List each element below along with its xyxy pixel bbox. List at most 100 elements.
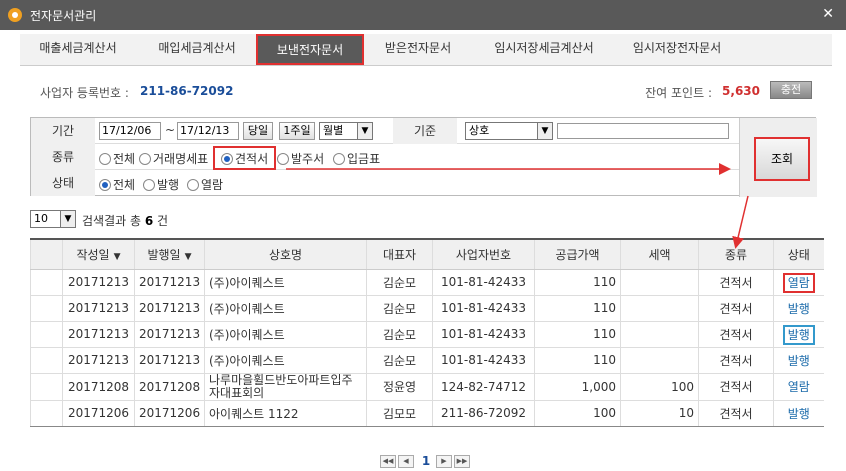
type-radio-all-label: 전체 [113,152,136,166]
month-select[interactable]: 월별 ▼ [319,122,373,140]
tab-purchase-tax-invoice[interactable]: 매입세금계산서 [138,34,256,65]
cell-tax: 100 [620,373,699,401]
basis-select[interactable]: 상호 ▼ [465,122,553,140]
result-summary-suffix: 건 [157,214,169,228]
header-tax: 세액 [620,239,699,270]
prev-page-icon[interactable]: ◀ [398,454,414,468]
row-select-cell[interactable] [30,321,63,348]
type-radio-statement[interactable]: 거래명세표 [139,150,208,167]
type-radio-all[interactable]: 전체 [99,150,135,167]
status-link[interactable]: 열람 [785,379,813,395]
cell-supply: 110 [534,269,621,296]
row-select-cell[interactable] [30,400,63,427]
table-row[interactable]: 20171208 20171208 나루마을휠드반도아파트입주자대표회의 정윤영… [30,373,824,401]
type-radio-order-label: 발주서 [291,152,325,166]
cell-supply: 100 [534,400,621,427]
date-range-tilde: ~ [165,123,176,137]
search-button[interactable]: 조회 [754,137,810,181]
sort-down-icon: ▼ [113,251,121,262]
reg-number-value: 211-86-72092 [140,84,234,98]
search-panel: 기간 17/12/06 ~ 17/12/13 당일 1주일 월별 ▼ 기준 상호… [30,117,817,197]
header-write-date[interactable]: 작성일 ▼ [62,239,135,270]
one-week-button[interactable]: 1주일 [279,122,315,140]
cell-issue-date: 20171206 [134,400,205,427]
cell-kind: 견적서 [698,295,774,322]
cell-write-date: 20171213 [62,269,135,296]
row-select-cell[interactable] [30,373,63,401]
charge-button[interactable]: 충전 [770,81,812,99]
basis-keyword-input[interactable] [557,123,729,139]
table-row[interactable]: 20171213 20171213 (주)아이퀘스트 김순모 101-81-42… [30,269,824,296]
first-page-icon[interactable]: ◀◀ [380,454,396,468]
tab-sent-documents[interactable]: 보낸전자문서 [256,34,364,65]
tab-draft-documents[interactable]: 임시저장전자문서 [616,34,738,65]
page-size-value: 10 [34,212,48,225]
cell-status: 발행 [773,321,824,348]
period-label: 기간 [31,118,95,144]
cell-status: 열람 [773,373,824,401]
table-row[interactable]: 20171206 20171206 아이퀘스트 1122 김모모 211-86-… [30,400,824,427]
status-link[interactable]: 열람 [782,272,815,293]
cell-tax [620,269,699,296]
radio-icon [139,152,151,165]
table-row[interactable]: 20171213 20171213 (주)아이퀘스트 김순모 101-81-42… [30,295,824,322]
cell-supply: 1,000 [534,373,621,401]
close-icon[interactable]: ✕ [822,6,834,22]
cell-company: (주)아이퀘스트 [204,295,367,322]
row-select-cell[interactable] [30,295,63,322]
date-from-input[interactable]: 17/12/06 [99,122,161,140]
cell-supply: 110 [534,321,621,348]
cell-ceo: 김순모 [366,295,433,322]
sort-down-icon: ▼ [184,251,192,262]
status-radio-viewed[interactable]: 열람 [187,176,223,193]
header-checkbox-cell [30,239,63,270]
next-page-icon[interactable]: ▶ [436,454,452,468]
window-titlebar: 전자문서관리 ✕ [0,0,846,30]
type-radio-statement-label: 거래명세표 [153,152,209,166]
cell-biz-no: 211-86-72092 [432,400,535,427]
table-row[interactable]: 20171213 20171213 (주)아이퀘스트 김순모 101-81-42… [30,321,824,348]
cell-write-date: 20171213 [62,321,135,348]
tab-sales-tax-invoice[interactable]: 매출세금계산서 [20,34,136,65]
cell-company: 나루마을휠드반도아파트입주자대표회의 [204,373,367,401]
status-link[interactable]: 발행 [785,301,813,317]
row-select-cell[interactable] [30,269,63,296]
header-write-date-label: 작성일 [76,247,110,262]
table-header-row: 작성일 ▼ 발행일 ▼ 상호명 대표자 사업자번호 공급가액 세액 종류 상태 [30,239,824,270]
status-radio-issued[interactable]: 발행 [143,176,179,193]
cell-ceo: 김순모 [366,269,433,296]
date-to-input[interactable]: 17/12/13 [177,122,239,140]
basis-label: 기준 [393,118,457,144]
cell-company: (주)아이퀘스트 [204,321,367,348]
today-button[interactable]: 당일 [243,122,273,140]
cell-ceo: 김순모 [366,347,433,374]
header-company: 상호명 [204,239,367,270]
table-row[interactable]: 20171213 20171213 (주)아이퀘스트 김순모 101-81-42… [30,347,824,374]
row-select-cell[interactable] [30,347,63,374]
cell-biz-no: 124-82-74712 [432,373,535,401]
tab-bar: 매출세금계산서 매입세금계산서 보낸전자문서 받은전자문서 임시저장세금계산서 … [20,34,832,66]
status-link[interactable]: 발행 [785,406,813,422]
status-link[interactable]: 발행 [785,353,813,369]
status-link[interactable]: 발행 [782,324,815,345]
page-size-select[interactable]: 10 ▼ [30,210,76,228]
cell-biz-no: 101-81-42433 [432,321,535,348]
tab-draft-tax-invoice[interactable]: 임시저장세금계산서 [474,34,614,65]
type-radio-order[interactable]: 발주서 [277,150,324,167]
page-number-current[interactable]: 1 [416,454,436,468]
cell-company: 아이퀘스트 1122 [204,400,367,427]
type-label: 종류 [31,144,95,170]
status-radio-all[interactable]: 전체 [99,176,135,193]
cell-company: (주)아이퀘스트 [204,347,367,374]
tab-received-documents[interactable]: 받은전자문서 [368,34,468,65]
window-title: 전자문서관리 [30,8,97,23]
points-value: 5,630 [722,84,760,98]
header-biz-no: 사업자번호 [432,239,535,270]
cell-issue-date: 20171213 [134,321,205,348]
cell-write-date: 20171208 [62,373,135,401]
status-radio-all-label: 전체 [113,178,136,192]
header-issue-date[interactable]: 발행일 ▼ [134,239,205,270]
last-page-icon[interactable]: ▶▶ [454,454,470,468]
cell-ceo: 김모모 [366,400,433,427]
type-radio-deposit[interactable]: 입금표 [333,150,380,167]
